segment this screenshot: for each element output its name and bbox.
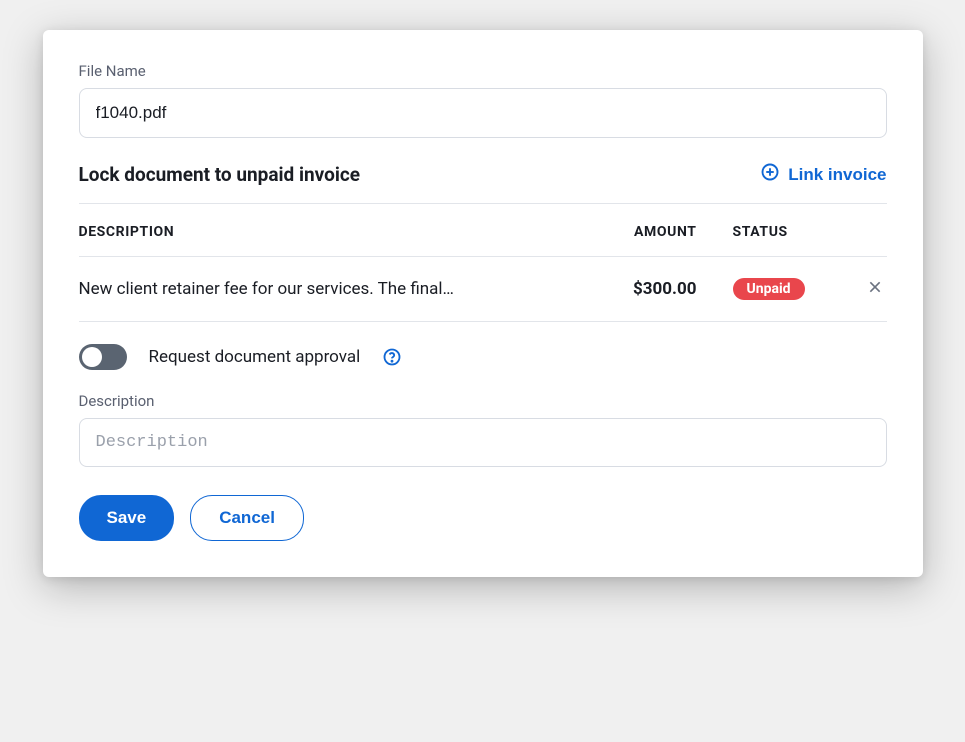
- approval-toggle-row: Request document approval: [79, 344, 887, 370]
- plus-circle-icon: [760, 162, 780, 187]
- invoice-status-cell: Unpaid: [697, 278, 837, 300]
- invoice-row: New client retainer fee for our services…: [79, 257, 887, 322]
- description-label: Description: [79, 392, 887, 410]
- link-invoice-button[interactable]: Link invoice: [760, 162, 886, 187]
- link-invoice-label: Link invoice: [788, 165, 886, 185]
- invoice-description: New client retainer fee for our services…: [79, 279, 567, 299]
- save-button[interactable]: Save: [79, 495, 175, 541]
- button-row: Save Cancel: [79, 495, 887, 541]
- header-status: STATUS: [697, 224, 837, 240]
- filename-field-group: File Name: [79, 62, 887, 138]
- invoice-amount: $300.00: [567, 279, 697, 299]
- toggle-knob: [82, 347, 102, 367]
- close-icon: [867, 278, 883, 300]
- filename-input[interactable]: [79, 88, 887, 138]
- approval-toggle-label: Request document approval: [149, 347, 361, 367]
- cancel-button[interactable]: Cancel: [190, 495, 304, 541]
- description-field-group: Description: [79, 392, 887, 467]
- description-input[interactable]: [79, 418, 887, 467]
- invoice-action-cell: [837, 275, 887, 303]
- invoice-table: DESCRIPTION AMOUNT STATUS New client ret…: [79, 204, 887, 322]
- header-description: DESCRIPTION: [79, 224, 567, 240]
- header-amount: AMOUNT: [567, 224, 697, 240]
- approval-toggle[interactable]: [79, 344, 127, 370]
- document-settings-card: File Name Lock document to unpaid invoic…: [43, 30, 923, 577]
- help-icon[interactable]: [382, 347, 402, 367]
- status-badge: Unpaid: [733, 278, 805, 300]
- lock-section-title: Lock document to unpaid invoice: [79, 163, 361, 186]
- header-action: [837, 224, 887, 240]
- invoice-table-header: DESCRIPTION AMOUNT STATUS: [79, 204, 887, 257]
- remove-invoice-button[interactable]: [863, 275, 887, 303]
- lock-section-header: Lock document to unpaid invoice Link inv…: [79, 162, 887, 187]
- filename-label: File Name: [79, 62, 887, 80]
